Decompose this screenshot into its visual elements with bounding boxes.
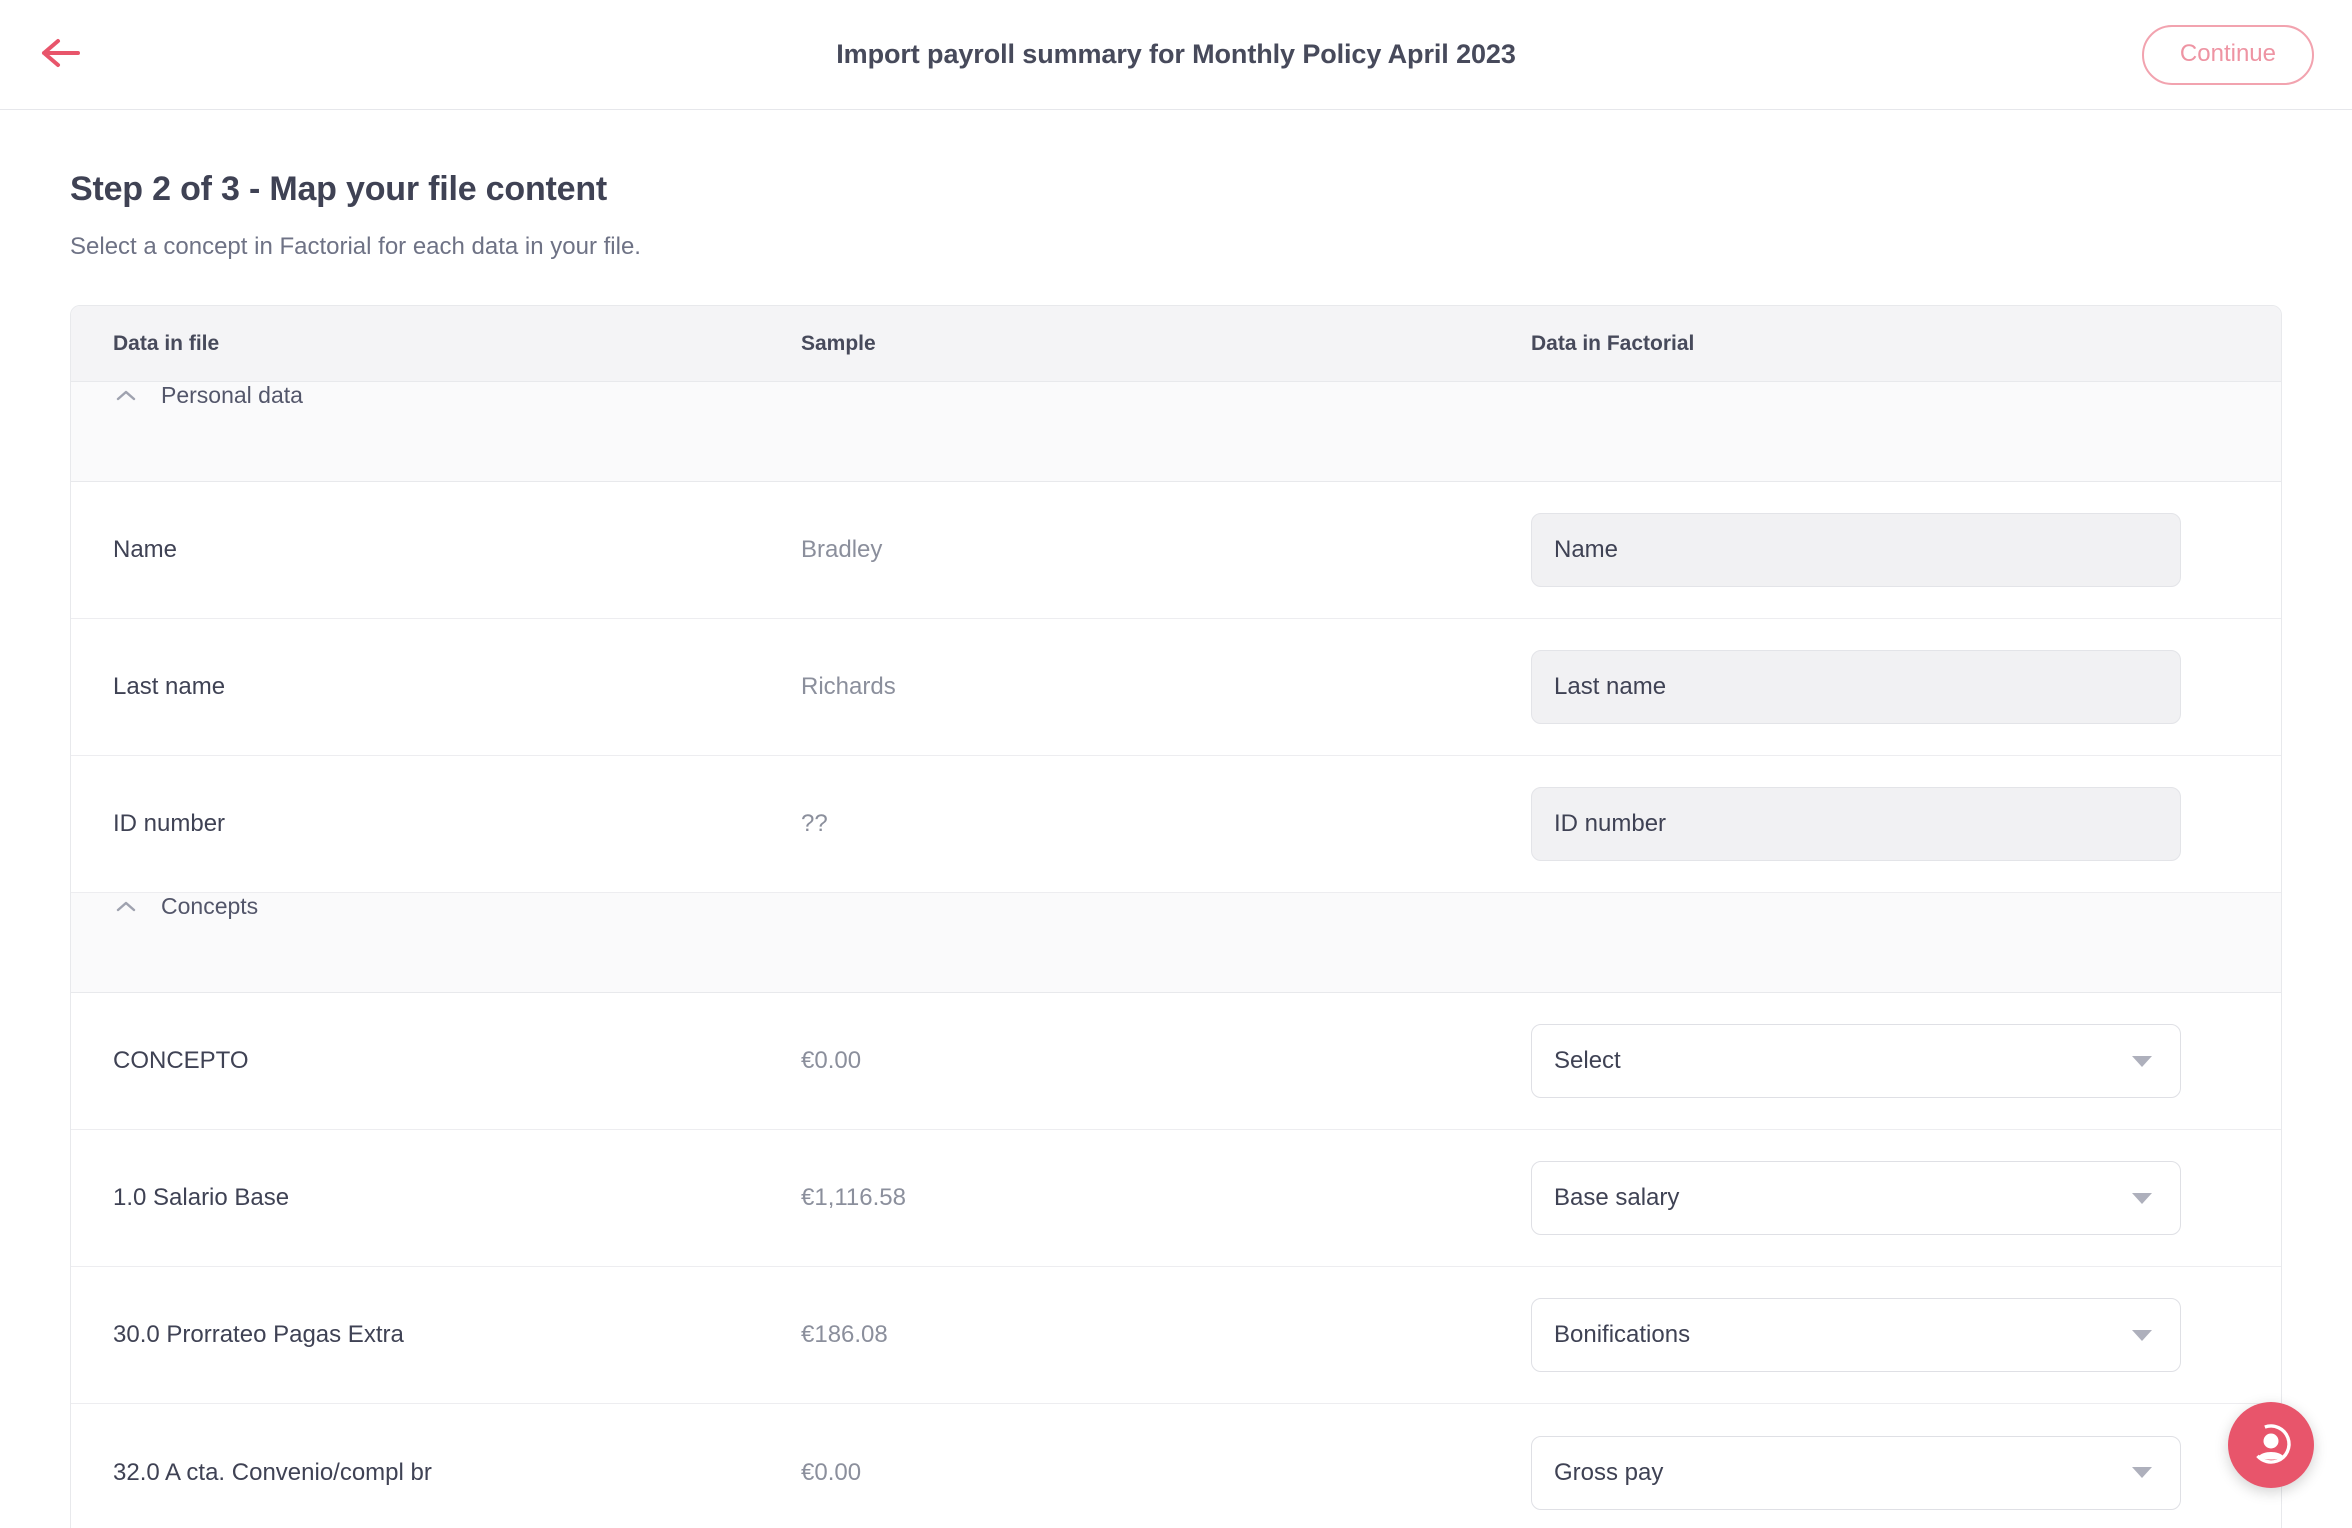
field-value: Name (1554, 536, 1619, 563)
section-label: Concepts (161, 893, 259, 919)
chevron-down-icon (2132, 1192, 2152, 1204)
field-value: Last name (1554, 673, 1667, 700)
field-value: ID number (1554, 810, 1667, 837)
cell-data-in-file: 32.0 A cta. Convenio/compl br (113, 1458, 432, 1486)
factorial-select[interactable]: Select (1531, 1024, 2181, 1098)
column-header-data-in-file: Data in file (113, 331, 220, 355)
factorial-field-readonly: Last name (1531, 650, 2181, 724)
support-chat-button[interactable] (2228, 1402, 2314, 1488)
cell-data-in-file: Name (113, 536, 178, 563)
mapping-table: Data in file Sample Data in Factorial Pe… (70, 305, 2282, 1528)
section-header-personal-data[interactable]: Personal data (71, 382, 2281, 482)
cell-sample: €0.00 (801, 1047, 862, 1074)
section-header-concepts[interactable]: Concepts (71, 893, 2281, 993)
chevron-down-icon (2132, 1329, 2152, 1341)
cell-data-in-factorial: Gross pay (1531, 1435, 2281, 1510)
cell-data-in-factorial: Select (1531, 1024, 2281, 1098)
select-value: Gross pay (1554, 1458, 1664, 1486)
table-row: CONCEPTO €0.00 Select (71, 993, 2281, 1130)
cell-sample: ?? (801, 810, 828, 837)
chevron-down-icon (2132, 1055, 2152, 1067)
cell-data-in-factorial: ID number (1531, 787, 2281, 861)
chevron-up-icon (113, 383, 139, 409)
cell-sample: Richards (801, 673, 896, 700)
continue-button[interactable]: Continue (2141, 24, 2314, 85)
column-header-data-in-factorial: Data in Factorial (1531, 331, 1695, 355)
cell-sample: €186.08 (801, 1321, 888, 1348)
table-row: Name Bradley Name (71, 482, 2281, 619)
page-body: Step 2 of 3 - Map your file content Sele… (0, 170, 2352, 1528)
table-row: Last name Richards Last name (71, 619, 2281, 756)
cell-data-in-file: 1.0 Salario Base (113, 1184, 290, 1211)
factorial-select[interactable]: Bonifications (1531, 1298, 2181, 1372)
table-row: 32.0 A cta. Convenio/compl br €0.00 Gros… (71, 1404, 2281, 1528)
step-title: Step 2 of 3 - Map your file content (70, 170, 608, 208)
step-subtitle: Select a concept in Factorial for each d… (70, 233, 641, 260)
cell-data-in-file: Last name (113, 673, 226, 700)
arrow-left-icon (41, 38, 81, 71)
table-row: 30.0 Prorrateo Pagas Extra €186.08 Bonif… (71, 1267, 2281, 1404)
column-header-sample: Sample (801, 331, 876, 355)
cell-sample: €1,116.58 (801, 1184, 906, 1211)
select-value: Bonifications (1554, 1321, 1691, 1348)
cell-sample: €0.00 (801, 1458, 862, 1486)
table-row: ID number ?? ID number (71, 756, 2281, 893)
section-label: Personal data (161, 382, 303, 408)
support-agent-icon (2246, 1419, 2296, 1472)
cell-data-in-factorial: Base salary (1531, 1161, 2281, 1235)
top-bar: Import payroll summary for Monthly Polic… (0, 0, 2352, 110)
cell-data-in-factorial: Last name (1531, 650, 2281, 724)
table-row: 1.0 Salario Base €1,116.58 Base salary (71, 1130, 2281, 1267)
cell-data-in-factorial: Name (1531, 513, 2281, 587)
select-value: Base salary (1554, 1184, 1680, 1211)
table-header-row: Data in file Sample Data in Factorial (71, 306, 2281, 382)
chevron-down-icon (2132, 1467, 2152, 1478)
select-value: Select (1554, 1047, 1621, 1074)
factorial-select[interactable]: Base salary (1531, 1161, 2181, 1235)
factorial-field-readonly: ID number (1531, 787, 2181, 861)
chevron-up-icon (113, 894, 139, 920)
cell-data-in-file: CONCEPTO (113, 1047, 249, 1074)
cell-data-in-file: ID number (113, 810, 226, 837)
factorial-field-readonly: Name (1531, 513, 2181, 587)
cell-data-in-file: 30.0 Prorrateo Pagas Extra (113, 1321, 404, 1348)
cell-sample: Bradley (801, 536, 883, 563)
factorial-select[interactable]: Gross pay (1531, 1435, 2181, 1510)
cell-data-in-factorial: Bonifications (1531, 1298, 2281, 1372)
page-title: Import payroll summary for Monthly Polic… (836, 39, 1516, 69)
back-button[interactable] (38, 32, 84, 78)
